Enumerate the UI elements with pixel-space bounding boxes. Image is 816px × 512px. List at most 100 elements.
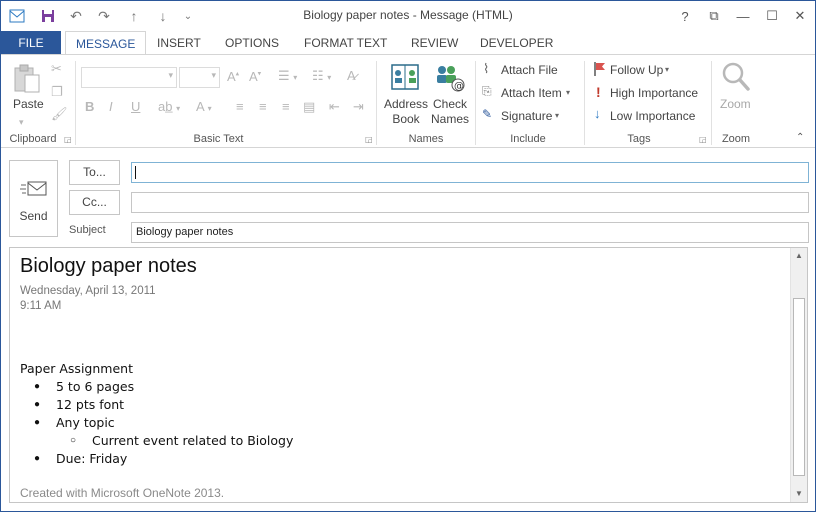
- list-item: 12 pts font: [56, 397, 125, 412]
- attach-item-icon: ⎘: [482, 84, 492, 98]
- bullets-icon[interactable]: ☰ ▾: [278, 68, 297, 84]
- tab-file[interactable]: FILE: [1, 31, 61, 55]
- clipboard-group-label: Clipboard: [9, 133, 57, 145]
- paperclip-icon: ⌇: [483, 61, 490, 76]
- clear-formatting-icon[interactable]: A̷: [347, 68, 356, 83]
- low-importance-button[interactable]: Low Importance: [610, 109, 695, 123]
- justify-icon[interactable]: ▤: [303, 99, 315, 115]
- note-heading: Paper Assignment: [20, 361, 133, 376]
- basic-text-launcher-icon[interactable]: ◲: [365, 135, 374, 144]
- scrollbar-thumb[interactable]: [793, 298, 805, 476]
- attach-item-dropdown-icon[interactable]: ▾: [566, 88, 570, 97]
- tab-format-text[interactable]: FORMAT TEXT: [294, 31, 397, 55]
- group-divider: [584, 61, 585, 145]
- group-divider: [75, 61, 76, 145]
- shrink-font-icon[interactable]: A▾: [249, 69, 261, 84]
- scroll-up-icon[interactable]: ▲: [791, 248, 807, 264]
- address-book-button[interactable]: Address Book: [384, 97, 428, 126]
- check-names-button[interactable]: Check Names: [429, 97, 471, 126]
- bullet-icon: ●: [34, 453, 41, 464]
- signature-button[interactable]: Signature: [501, 109, 552, 123]
- sub-bullet-icon: ○: [70, 435, 77, 446]
- collapse-ribbon-icon[interactable]: ⌃: [796, 132, 804, 143]
- names-group-label: Names: [408, 133, 444, 145]
- follow-up-dropdown-icon[interactable]: ▾: [665, 65, 669, 74]
- tab-message[interactable]: MESSAGE: [65, 31, 147, 56]
- increase-indent-icon[interactable]: ⇥: [353, 99, 364, 115]
- bullet-icon: ●: [34, 417, 41, 428]
- group-divider: [475, 61, 476, 145]
- follow-up-button[interactable]: Follow Up: [610, 63, 663, 77]
- zoom-button[interactable]: Zoom: [720, 97, 751, 111]
- tab-review[interactable]: REVIEW: [401, 31, 468, 55]
- title-bar: ↶ ↷ ↑ ↓ ⌄ Biology paper notes - Message …: [1, 1, 815, 31]
- basic-text-group-label: Basic Text: [193, 133, 244, 145]
- body-scrollbar[interactable]: ▲ ▼: [790, 248, 807, 502]
- font-name-combo[interactable]: ▾: [81, 67, 177, 88]
- attach-file-button[interactable]: Attach File: [501, 63, 558, 77]
- cut-icon[interactable]: ✂: [51, 61, 62, 77]
- font-size-combo[interactable]: ▾: [179, 67, 220, 88]
- copy-icon[interactable]: ❐: [51, 84, 63, 100]
- signature-dropdown-icon[interactable]: ▾: [555, 111, 559, 120]
- bold-icon[interactable]: B: [85, 99, 94, 114]
- subject-field-value: Biology paper notes: [136, 226, 234, 238]
- help-button[interactable]: ?: [672, 5, 698, 27]
- svg-text:@: @: [454, 81, 464, 92]
- decrease-indent-icon[interactable]: ⇤: [329, 99, 340, 115]
- message-body[interactable]: Biology paper notes Wednesday, April 13,…: [9, 247, 808, 503]
- paste-dropdown-icon[interactable]: ▾: [19, 117, 24, 128]
- send-label: Send: [19, 209, 48, 223]
- address-book-icon[interactable]: [389, 63, 421, 93]
- cc-button[interactable]: Cc...: [69, 190, 120, 215]
- onenote-footer: Created with Microsoft OneNote 2013.: [20, 486, 225, 500]
- subject-field[interactable]: Biology paper notes: [131, 222, 809, 243]
- note-title: Biology paper notes: [20, 255, 197, 277]
- numbering-icon[interactable]: ☷ ▾: [312, 68, 331, 84]
- scroll-down-icon[interactable]: ▼: [791, 486, 807, 502]
- italic-icon[interactable]: I: [109, 99, 113, 114]
- zoom-group-label: Zoom: [721, 133, 751, 145]
- cc-field[interactable]: [131, 192, 809, 213]
- send-envelope-icon: [20, 180, 48, 198]
- bullet-icon: ●: [34, 399, 41, 410]
- address-book-label-1: Address: [384, 97, 429, 111]
- paste-button[interactable]: Paste: [13, 97, 44, 111]
- list-item: Due: Friday: [56, 451, 128, 466]
- tags-launcher-icon[interactable]: ◲: [699, 135, 708, 144]
- check-names-icon[interactable]: @: [433, 63, 467, 93]
- tab-developer[interactable]: DEVELOPER: [470, 31, 563, 55]
- to-button[interactable]: To...: [69, 160, 120, 185]
- minimize-button[interactable]: —: [730, 5, 756, 27]
- align-right-icon[interactable]: ≡: [282, 99, 290, 114]
- underline-icon[interactable]: U: [131, 99, 140, 114]
- attach-item-button[interactable]: Attach Item: [501, 86, 562, 100]
- high-importance-button[interactable]: High Importance: [610, 86, 698, 100]
- to-field[interactable]: [131, 162, 809, 183]
- align-left-icon[interactable]: ≡: [236, 99, 244, 114]
- low-importance-icon: ↓: [594, 106, 601, 121]
- zoom-magnifier-icon[interactable]: [721, 61, 751, 93]
- text-cursor: [135, 166, 136, 179]
- align-center-icon[interactable]: ≡: [259, 99, 267, 114]
- send-button[interactable]: Send: [9, 160, 58, 237]
- group-divider: [711, 61, 712, 145]
- address-book-label-2: Book: [392, 112, 420, 126]
- tags-group-label: Tags: [627, 133, 651, 145]
- note-time: 9:11 AM: [20, 300, 62, 312]
- sub-list-item: Current event related to Biology: [92, 433, 294, 448]
- signature-icon: ✎: [482, 107, 493, 121]
- tab-options[interactable]: OPTIONS: [215, 31, 289, 55]
- clipboard-launcher-icon[interactable]: ◲: [64, 135, 73, 144]
- high-importance-icon: !: [596, 84, 601, 100]
- paste-icon[interactable]: [11, 63, 43, 95]
- highlight-color-icon[interactable]: ab̲ ▾: [158, 99, 180, 114]
- format-painter-icon[interactable]: 🖌: [51, 106, 68, 122]
- font-color-icon[interactable]: A ▾: [196, 99, 212, 114]
- tab-insert[interactable]: INSERT: [147, 31, 211, 55]
- ribbon-display-options-button[interactable]: ⧉: [701, 5, 727, 27]
- grow-font-icon[interactable]: A▴: [227, 69, 239, 84]
- close-button[interactable]: ✕: [787, 5, 813, 27]
- list-item: 5 to 6 pages: [56, 379, 135, 394]
- maximize-button[interactable]: ☐: [759, 5, 785, 27]
